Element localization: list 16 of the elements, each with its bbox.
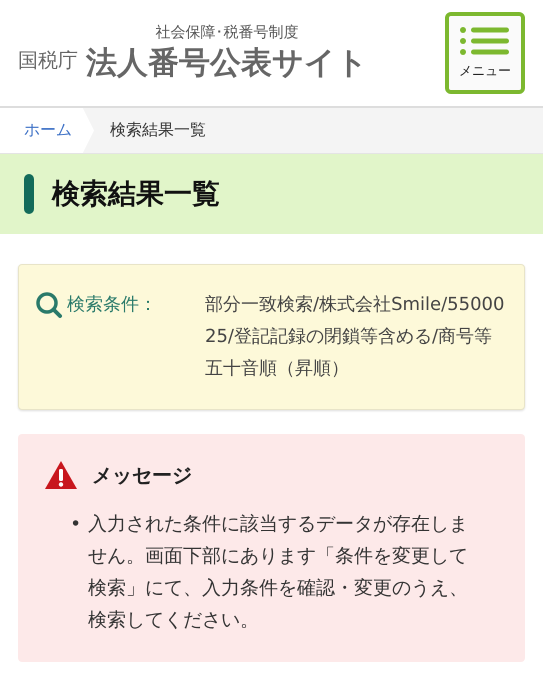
conditions-label: 検索条件：: [67, 293, 157, 317]
bullet: •: [70, 512, 78, 537]
message-title: メッセージ: [92, 462, 192, 488]
warning-icon: [44, 460, 78, 490]
search-icon: [35, 291, 63, 319]
site-subtitle: 社会保障･税番号制度: [156, 22, 298, 42]
page-title: 検索結果一覧: [52, 176, 220, 212]
site-title[interactable]: 法人番号公表サイト: [86, 42, 368, 84]
agency-name: 国税庁: [18, 46, 78, 74]
menu-icon: [459, 26, 511, 56]
message-text: 入力された条件に該当するデータが存在しません。画面下部にあります「条件を変更して検索」にて、入力条件を確認・変更のうえ、検索してください。: [88, 512, 469, 633]
breadcrumb-current: 検索結果一覧: [109, 119, 206, 141]
breadcrumb-link[interactable]: ホーム: [0, 108, 94, 153]
heading-accent-bar: [24, 174, 34, 214]
conditions-value: 部分一致検索/株式会社Smile/5500025/登記記録の閉鎖等含める/商号等五十音順（昇順）: [205, 293, 506, 381]
menu-button[interactable]: メニュー: [445, 12, 525, 94]
